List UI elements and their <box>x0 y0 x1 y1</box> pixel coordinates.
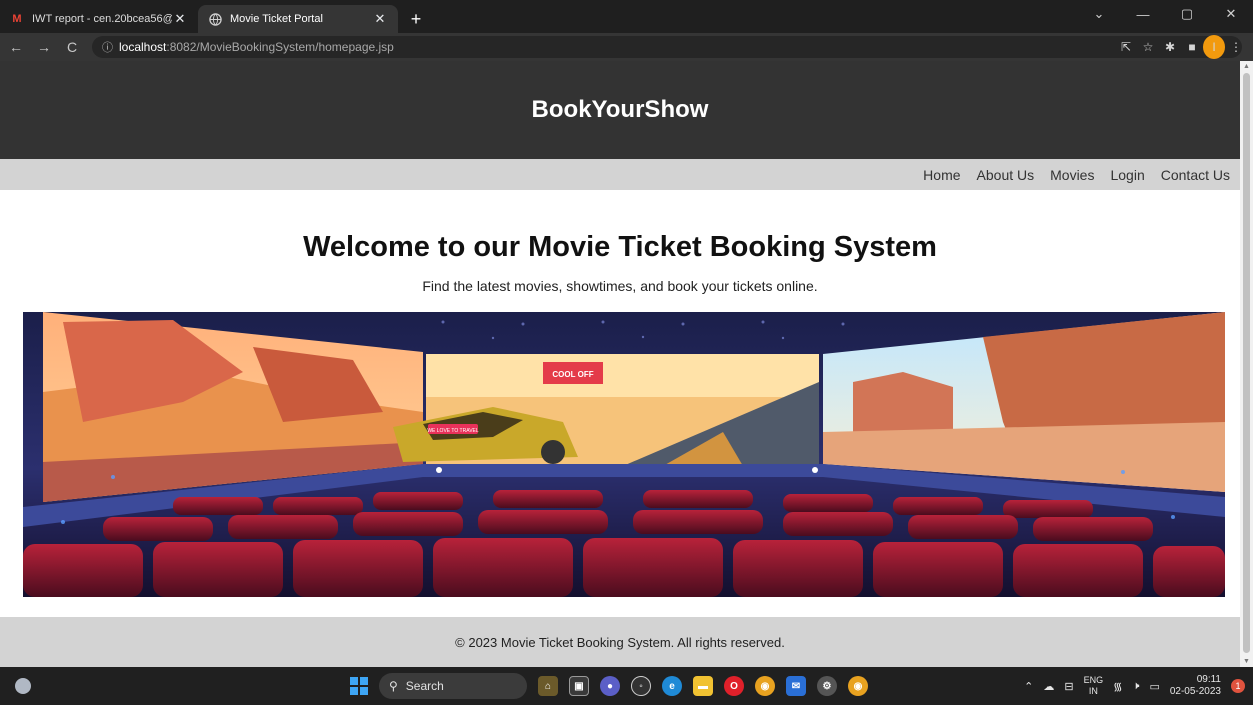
close-window-icon[interactable]: ✕ <box>1209 0 1253 28</box>
profile-avatar[interactable]: I <box>1203 35 1225 59</box>
new-tab-button[interactable]: + <box>402 5 430 33</box>
task-view-icon[interactable]: ▣ <box>569 676 589 696</box>
nav-login[interactable]: Login <box>1110 167 1144 183</box>
screen: M IWT report - cen.20bcea56@silic ✕ Movi… <box>0 0 1253 705</box>
chevron-up-icon[interactable]: ⌃ <box>1024 680 1033 693</box>
language-code: ENG <box>1083 675 1104 685</box>
nav-about-us[interactable]: About Us <box>977 167 1035 183</box>
site-header: BookYourShow <box>0 61 1240 159</box>
clock-date: 02-05-2023 <box>1169 686 1221 697</box>
weather-icon[interactable] <box>15 678 31 694</box>
welcome-title: Welcome to our Movie Ticket Booking Syst… <box>303 231 937 263</box>
page-scrollbar[interactable]: ▲ ▼ <box>1240 61 1253 667</box>
chevron-down-icon[interactable]: ⌄ <box>1077 0 1121 28</box>
site-footer: © 2023 Movie Ticket Booking System. All … <box>0 617 1240 667</box>
toolbar-actions: ⇱ ☆ ✱ ■ I ⋮ <box>1115 35 1247 59</box>
taskbar: ⚲ Search ⌂ ▣ ● ◦ e ▬ O ◉ ✉ ⚙ ◉ ⌃ ☁ ⊟ ENG… <box>0 667 1253 705</box>
window-controls: ⌄ — ▢ ✕ <box>1077 0 1253 28</box>
restore-icon[interactable]: ▢ <box>1165 0 1209 28</box>
clock[interactable]: 09:11 02-05-2023 <box>1170 674 1221 698</box>
taskbar-apps: ⚲ Search ⌂ ▣ ● ◦ e ▬ O ◉ ✉ ⚙ ◉ <box>350 672 868 700</box>
minimize-icon[interactable]: — <box>1121 0 1165 28</box>
nav-contact-us[interactable]: Contact Us <box>1161 167 1230 183</box>
menu-kebab-icon[interactable]: ⋮ <box>1225 35 1247 59</box>
onedrive-icon[interactable]: ☁ <box>1043 680 1054 693</box>
side-panel-icon[interactable]: ■ <box>1181 35 1203 59</box>
gmail-icon: M <box>12 13 22 25</box>
site-brand: BookYourShow <box>531 96 709 123</box>
info-icon[interactable]: ⓘ <box>102 39 113 55</box>
tab-strip: M IWT report - cen.20bcea56@silic ✕ Movi… <box>0 0 1253 33</box>
clock-time: 09:11 <box>1196 674 1221 685</box>
display-icon[interactable]: ⊟ <box>1064 680 1073 693</box>
welcome-subtitle: Find the latest movies, showtimes, and b… <box>422 278 818 294</box>
extensions-icon[interactable]: ✱ <box>1159 35 1181 59</box>
language-indicator[interactable]: ENG IN <box>1084 675 1104 697</box>
tab-title: IWT report - cen.20bcea56@silic <box>32 13 172 25</box>
profile-wrapper: I <box>1203 35 1225 59</box>
region-code: IN <box>1088 686 1098 696</box>
tab-title: Movie Ticket Portal <box>230 13 323 25</box>
share-icon[interactable]: ⇱ <box>1115 35 1137 59</box>
close-icon[interactable]: ✕ <box>172 11 188 27</box>
bookmark-star-icon[interactable]: ☆ <box>1137 35 1159 59</box>
url-path: :8082/MovieBookingSystem/homepage.jsp <box>166 40 394 54</box>
address-bar[interactable]: ⓘ localhost :8082/MovieBookingSystem/hom… <box>92 36 1242 58</box>
widgets-icon[interactable]: ⌂ <box>538 676 558 696</box>
url-host: localhost <box>119 40 167 54</box>
dell-icon[interactable]: ◦ <box>631 676 651 696</box>
nav-movies[interactable]: Movies <box>1050 167 1094 183</box>
file-explorer-icon[interactable]: ▬ <box>693 676 713 696</box>
mail-icon[interactable]: ✉ <box>786 676 806 696</box>
scrollbar-thumb[interactable] <box>1243 73 1250 653</box>
site-nav: Home About Us Movies Login Contact Us <box>0 159 1240 190</box>
cinema-illustration: COOL OFF WE LOVE TO TRAVEL <box>23 312 1225 597</box>
tab-gmail[interactable]: M IWT report - cen.20bcea56@silic ✕ <box>0 5 198 33</box>
chrome-icon[interactable]: ◉ <box>755 676 775 696</box>
nav-home[interactable]: Home <box>923 167 960 183</box>
windows-start-icon[interactable] <box>350 677 368 695</box>
battery-icon[interactable]: ▭ <box>1149 680 1159 693</box>
forward-icon[interactable]: → <box>32 35 56 59</box>
scroll-down-icon[interactable]: ▼ <box>1243 658 1250 665</box>
volume-muted-icon[interactable]: 🕨 <box>1133 680 1140 693</box>
notification-badge[interactable]: 1 <box>1231 679 1245 693</box>
back-icon[interactable]: ← <box>4 35 28 59</box>
taskbar-search[interactable]: ⚲ Search <box>379 673 527 699</box>
close-icon[interactable]: ✕ <box>372 11 388 27</box>
opera-icon[interactable]: O <box>724 676 744 696</box>
search-icon: ⚲ <box>389 679 398 693</box>
globe-icon <box>208 12 222 26</box>
toolbar: ← → C ⓘ localhost :8082/MovieBookingSyst… <box>0 33 1253 61</box>
reload-icon[interactable]: C <box>60 35 84 59</box>
car-sticker-text: WE LOVE TO TRAVEL <box>427 428 479 434</box>
chrome-canary-icon[interactable]: ◉ <box>848 676 868 696</box>
page-viewport: BookYourShow Home About Us Movies Login … <box>0 61 1240 667</box>
settings-gear-icon[interactable]: ⚙ <box>817 676 837 696</box>
teams-chat-icon[interactable]: ● <box>600 676 620 696</box>
footer-text: © 2023 Movie Ticket Booking System. All … <box>455 634 785 650</box>
edge-icon[interactable]: e <box>662 676 682 696</box>
scroll-up-icon[interactable]: ▲ <box>1243 63 1250 70</box>
billboard-text: COOL OFF <box>552 370 593 379</box>
system-tray: ⌃ ☁ ⊟ ENG IN ᯾ 🕨 ▭ 09:11 02-05-2023 1 <box>1024 667 1245 705</box>
tab-movie-portal[interactable]: Movie Ticket Portal ✕ <box>198 5 398 33</box>
cinema-banner-image: COOL OFF WE LOVE TO TRAVEL <box>23 312 1225 597</box>
wifi-icon[interactable]: ᯾ <box>1113 679 1122 694</box>
search-label: Search <box>405 679 444 693</box>
